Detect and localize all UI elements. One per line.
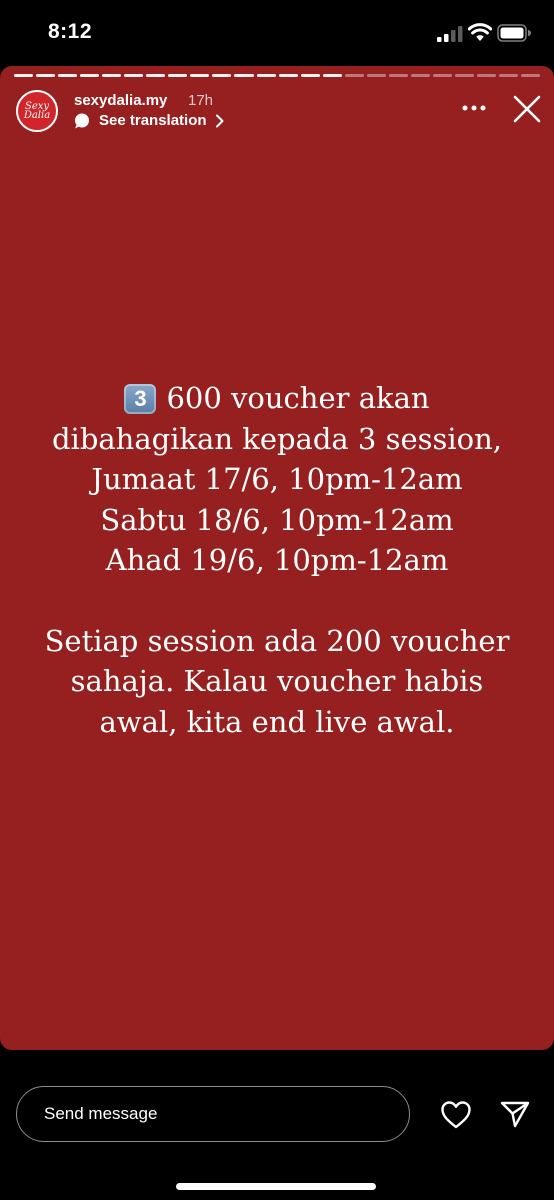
translate-bubble-icon (75, 113, 89, 128)
story-card[interactable]: Sexy Dalia sexydalia.my 17h See translati… (0, 66, 554, 1050)
progress-segment (388, 74, 408, 77)
send-icon[interactable] (500, 1100, 530, 1128)
progress-segment (521, 74, 541, 77)
progress-segment (432, 74, 452, 77)
username[interactable]: sexydalia.my (74, 92, 167, 109)
progress-segment (410, 74, 430, 77)
home-indicator (176, 1183, 376, 1190)
status-time: 8:12 (48, 20, 93, 43)
progress-segment (278, 74, 298, 77)
progress-segment (190, 74, 210, 77)
story-line: awal, kita end live awal. (99, 704, 455, 739)
story-header: Sexy Dalia sexydalia.my 17h See translati… (0, 84, 554, 140)
story-line: sahaja. Kalau voucher habis (70, 664, 484, 698)
see-translation-button[interactable]: See translation (74, 112, 225, 129)
progress-segment (454, 74, 474, 77)
progress-segment (36, 74, 56, 77)
progress-segment (80, 74, 100, 77)
progress-segment (499, 74, 519, 77)
story-line: 3 600 voucher akan (0, 378, 554, 419)
story-line: dibahagikan kepada 3 session, (51, 421, 503, 456)
progress-segment (344, 74, 364, 77)
progress-segment (476, 74, 497, 77)
story-timestamp: 17h (188, 92, 214, 109)
progress-segment (212, 74, 232, 77)
battery-icon (497, 24, 531, 42)
send-message-input[interactable] (17, 1087, 409, 1141)
status-bar: 8:12 (0, 0, 554, 66)
cellular-signal-icon (437, 26, 463, 42)
close-icon[interactable] (512, 94, 542, 124)
progress-segment (124, 74, 144, 77)
story-line: Ahad 19/6, 10pm-12am (105, 543, 449, 577)
progress-segment (300, 74, 320, 77)
progress-segment (256, 74, 276, 77)
chevron-right-icon (215, 114, 224, 127)
keycap-3-emoji: 3 (124, 384, 157, 414)
more-options-icon[interactable] (462, 105, 486, 111)
story-line: Sabtu 18/6, 10pm-12am (100, 502, 454, 537)
progress-segment (146, 74, 166, 77)
avatar-logo: Sexy Dalia (23, 101, 51, 121)
avatar[interactable]: Sexy Dalia (16, 90, 58, 132)
progress-segment (322, 74, 342, 77)
progress-segment (14, 74, 34, 77)
see-translation-label: See translation (99, 112, 207, 129)
wifi-icon (468, 23, 492, 41)
progress-segment (366, 74, 386, 77)
progress-segment (102, 74, 122, 77)
progress-segment (234, 74, 254, 77)
story-progress-bar (14, 74, 541, 77)
story-line: Jumaat 17/6, 10pm-12am (91, 462, 463, 496)
send-message-field[interactable] (16, 1086, 410, 1142)
heart-icon[interactable] (440, 1100, 472, 1130)
story-text: 3 600 voucher akan dibahagikan kepada 3 s… (0, 378, 554, 742)
progress-segment (58, 74, 78, 77)
story-line: Setiap session ada 200 voucher (44, 623, 510, 658)
progress-segment (168, 74, 188, 77)
